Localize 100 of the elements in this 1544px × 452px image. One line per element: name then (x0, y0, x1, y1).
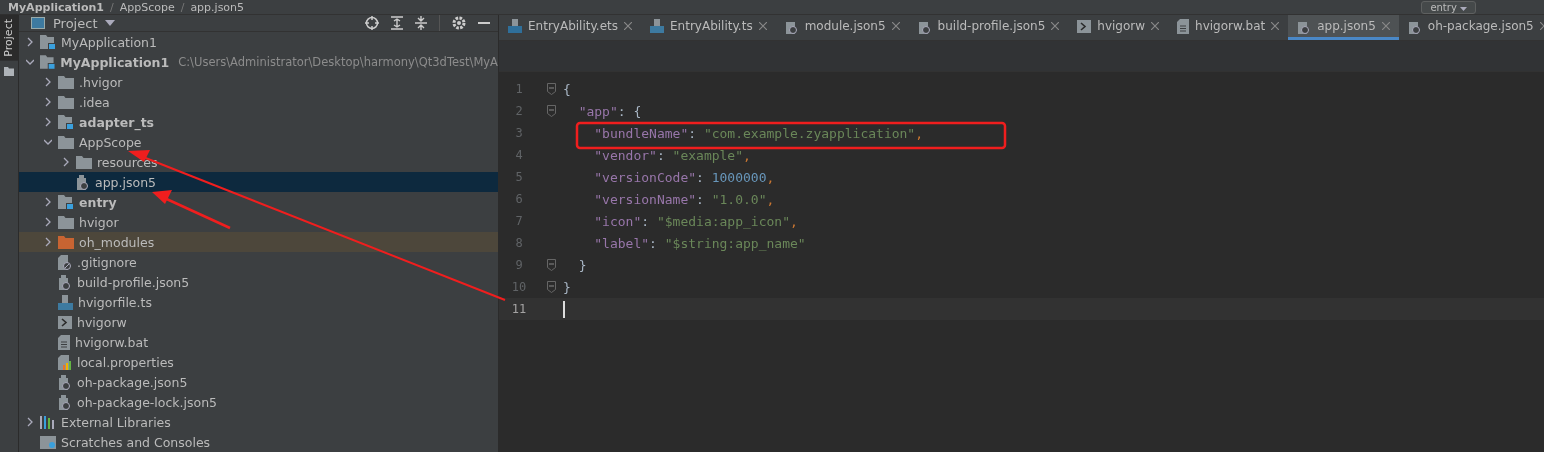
fold-marker-icon[interactable] (546, 281, 556, 293)
editor-tab[interactable]: module.json5 (775, 15, 909, 40)
line-number: 8 (514, 236, 524, 250)
ts-file-icon (58, 294, 73, 310)
breadcrumb-item[interactable]: AppScope (119, 0, 175, 14)
tree-item[interactable]: Scratches and Consoles (19, 432, 498, 452)
close-icon[interactable] (1051, 22, 1060, 30)
tree-item[interactable]: local.properties (19, 352, 498, 372)
code-line: "app": { (577, 103, 642, 119)
tree-item[interactable]: build-profile.json5 (19, 272, 498, 292)
fold-marker-icon[interactable] (546, 105, 556, 117)
editor-tab[interactable]: EntryAbility.ts (641, 15, 776, 40)
chevron-icon[interactable] (62, 157, 70, 167)
chevron-icon[interactable] (26, 417, 34, 427)
breadcrumb-item[interactable]: app.json5 (190, 0, 245, 14)
close-icon[interactable] (758, 22, 767, 30)
run-config-dropdown[interactable]: entry (1421, 0, 1476, 14)
module-folder-icon (58, 195, 74, 209)
chevron-icon[interactable] (44, 77, 52, 87)
fold-marker-icon[interactable] (546, 259, 556, 271)
close-icon[interactable] (891, 22, 900, 30)
chevron-icon[interactable] (44, 217, 52, 227)
line-number: 2 (514, 104, 524, 118)
expand-all-icon[interactable] (391, 16, 403, 30)
ts-file-icon (650, 19, 664, 33)
project-tool-tab[interactable]: Project (0, 15, 18, 61)
chevron-icon[interactable] (44, 237, 52, 247)
folder-icon (58, 75, 74, 89)
chevron-icon[interactable] (44, 197, 52, 207)
tree-item[interactable]: hvigor (19, 212, 498, 232)
chevron-icon[interactable] (25, 57, 34, 67)
settings-icon[interactable] (452, 16, 466, 30)
tree-item[interactable]: resources (19, 152, 498, 172)
chevron-icon[interactable] (44, 137, 52, 147)
tree-item[interactable]: hvigorw.bat (19, 332, 498, 352)
dropdown-caret-icon[interactable] (105, 20, 116, 26)
collapse-all-icon[interactable] (415, 16, 427, 30)
tree-item[interactable]: .hvigor (19, 72, 498, 92)
tree-item[interactable]: External Libraries (19, 412, 498, 432)
code-line: "bundleName": "com.example.zyapplication", (593, 125, 924, 141)
json-file-icon (58, 394, 72, 410)
line-number: 6 (514, 192, 524, 206)
tree-item-label: hvigor (79, 214, 119, 230)
script-file-icon (58, 315, 72, 329)
editor-tab[interactable]: oh-package.json5 (1398, 15, 1544, 40)
folder-icon (58, 95, 74, 109)
breadcrumb-item[interactable]: MyApplication1 (8, 0, 104, 14)
ets-file-icon (508, 19, 522, 33)
json-file-icon (58, 374, 72, 390)
tree-item[interactable]: hvigorw (19, 312, 498, 332)
ignore-file-icon (58, 254, 72, 270)
editor-tab[interactable]: hvigorw (1068, 15, 1169, 40)
module-folder-icon (58, 115, 74, 129)
tree-item[interactable]: hvigorfile.ts (19, 292, 498, 312)
tree-item[interactable]: oh_modules (19, 232, 498, 252)
line-number: 7 (514, 214, 524, 228)
tree-item[interactable]: entry (19, 192, 498, 212)
breadcrumb-separator: / (180, 0, 185, 14)
editor-tab[interactable]: hvigorw.bat (1168, 15, 1289, 40)
tree-item[interactable]: oh-package-lock.json5 (19, 392, 498, 412)
properties-file-icon (58, 354, 72, 370)
close-icon[interactable] (1151, 22, 1160, 30)
panel-title[interactable]: Project (53, 15, 98, 31)
tree-item-label: .gitignore (77, 254, 137, 270)
path-hint: C:\Users\Administrator\Desktop\harmony\Qt3dTest\MyA (178, 55, 498, 69)
dropdown-caret-icon (1460, 6, 1467, 11)
breadcrumb-separator: / (109, 0, 114, 14)
tree-item-label: MyApplication1 (60, 54, 170, 70)
tree-item[interactable]: oh-package.json5 (19, 372, 498, 392)
locate-icon[interactable] (365, 16, 379, 30)
close-icon[interactable] (624, 22, 632, 30)
code-line: "versionCode": 1000000, (593, 169, 775, 185)
json-file-icon (58, 274, 72, 290)
tree-item-label: build-profile.json5 (77, 274, 190, 290)
code-line: } (563, 279, 571, 295)
tree-item[interactable]: app.json5 (19, 172, 498, 192)
line-number: 4 (514, 148, 524, 162)
line-number: 5 (514, 170, 524, 184)
code-line: "vendor": "example", (593, 147, 751, 163)
code-line: "icon": "$media:app_icon", (593, 213, 798, 229)
json-file-icon (76, 174, 90, 190)
editor-tab[interactable]: EntryAbility.ets (499, 15, 641, 40)
tree-item[interactable]: .gitignore (19, 252, 498, 272)
tree-item-label: hvigorw (77, 314, 127, 330)
tree-item[interactable]: adapter_ts (19, 112, 498, 132)
tree-item[interactable]: AppScope (19, 132, 498, 152)
tree-item[interactable]: MyApplication1 C:\Users\Administrator\Desktop\harmony\Qt3dTest\MyA (19, 52, 498, 72)
close-icon[interactable] (1271, 22, 1280, 30)
folder-icon (58, 235, 74, 249)
tree-item[interactable]: .idea (19, 92, 498, 112)
tree-item[interactable]: MyApplication1 (19, 32, 498, 52)
chevron-icon[interactable] (44, 117, 52, 127)
chevron-icon[interactable] (44, 97, 52, 107)
folder-icon[interactable] (4, 66, 14, 76)
text-file-icon (58, 334, 70, 350)
fold-marker-icon[interactable] (546, 83, 556, 95)
editor-tab[interactable]: app.json5 (1288, 15, 1399, 40)
tree-item-label: resources (97, 154, 158, 170)
chevron-icon[interactable] (26, 37, 34, 47)
editor-tab[interactable]: build-profile.json5 (908, 15, 1069, 40)
